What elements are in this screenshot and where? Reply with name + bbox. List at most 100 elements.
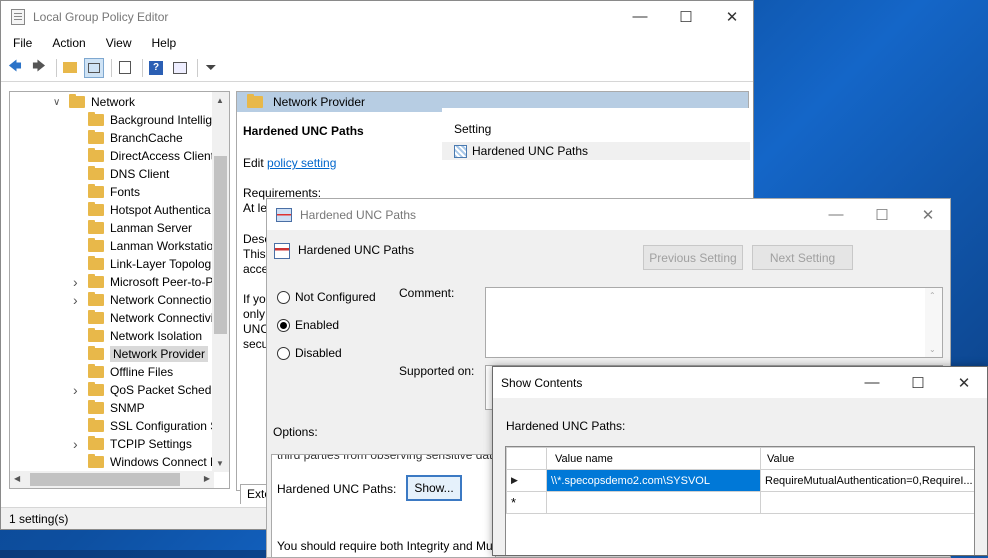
tree-horizontal-scrollbar[interactable]: ◀ ▶ (10, 471, 214, 488)
row-value-cell[interactable]: RequireMutualAuthentication=0,RequireI..… (760, 469, 974, 492)
folder-icon (69, 94, 85, 108)
new-row-marker: * (506, 491, 547, 514)
menu-view[interactable]: View (98, 36, 140, 50)
comment-field[interactable]: ⌃ ⌄ (485, 287, 943, 358)
next-setting-button[interactable]: Next Setting (752, 245, 853, 270)
folder-icon (247, 94, 263, 108)
menu-file[interactable]: File (5, 36, 40, 50)
policy-dialog-titlebar[interactable]: Hardened UNC Paths — ☐ ✕ (267, 199, 950, 230)
row-selector-arrow-icon[interactable]: ▶ (506, 469, 547, 492)
tree-item[interactable]: DNS Client (88, 165, 169, 183)
expanded-chevron-icon[interactable]: ∨ (53, 97, 60, 108)
new-row-name-cell[interactable] (546, 491, 761, 514)
description-fragment: This (243, 247, 266, 261)
new-row-value-cell[interactable] (760, 491, 974, 514)
edit-policy-line: Edit policy setting (243, 156, 336, 170)
row-value-name-cell[interactable]: \\*.specopsdemo2.com\SYSVOL (546, 469, 761, 492)
navigation-tree: ∨ Network Background Intellig BranchCache Di… (9, 91, 230, 489)
tree-item[interactable]: › TCPIP Settings (73, 435, 192, 453)
radio-not-configured[interactable]: Not Configured (277, 290, 376, 304)
col-header-value-name[interactable]: Value name (546, 447, 761, 470)
collapsed-chevron-icon[interactable]: › (73, 436, 78, 452)
close-button[interactable]: ✕ (709, 1, 753, 32)
export-list-icon[interactable] (115, 58, 135, 78)
tree-item[interactable]: SSL Configuration S (88, 417, 218, 435)
table-row-new[interactable]: * (506, 491, 974, 514)
show-contents-minimize-button[interactable]: — (849, 367, 895, 398)
tree-item[interactable]: Network Provider (88, 345, 209, 363)
edit-policy-link[interactable]: policy setting (267, 156, 336, 170)
setting-row-label: Hardened UNC Paths (472, 144, 589, 158)
setting-row[interactable]: Hardened UNC Paths (442, 142, 750, 160)
details-header-title: Network Provider (273, 95, 366, 109)
menu-help[interactable]: Help (144, 36, 185, 50)
show-hide-tree-icon[interactable] (84, 57, 104, 78)
tree-hscroll-thumb[interactable] (30, 473, 180, 486)
tree-item[interactable]: Background Intellig (88, 111, 212, 129)
tree-item-label: BranchCache (110, 131, 183, 145)
show-contents-label: Hardened UNC Paths: (506, 419, 626, 433)
tree-item[interactable]: ∨ Network (53, 93, 136, 111)
tree-item[interactable]: › Network Connectio (73, 291, 211, 309)
collapsed-chevron-icon[interactable]: › (73, 274, 78, 290)
tree-item[interactable]: BranchCache (88, 129, 183, 147)
policy-minimize-button[interactable]: — (813, 199, 859, 230)
show-contents-maximize-button[interactable]: ☐ (895, 367, 941, 398)
filter-icon[interactable]: ⏷ (201, 58, 221, 78)
folder-icon (88, 292, 104, 306)
description-fragment: only (243, 307, 266, 321)
tree-scroll-thumb[interactable] (214, 156, 227, 334)
values-header-row: Value name Value (506, 447, 974, 470)
tree-item[interactable]: Network Isolation (88, 327, 202, 345)
policy-close-button[interactable]: ✕ (905, 199, 950, 230)
radio-disabled[interactable]: Disabled (277, 346, 342, 360)
radio-enabled[interactable]: Enabled (277, 318, 339, 332)
tree-item-label: Microsoft Peer-to-P (110, 275, 214, 289)
setting-column-header[interactable]: Setting (454, 122, 491, 136)
show-contents-close-button[interactable]: ✕ (941, 367, 987, 398)
policy-heading: Hardened UNC Paths (298, 243, 415, 257)
up-folder-icon[interactable] (60, 58, 80, 78)
show-button[interactable]: Show... (406, 475, 462, 501)
properties-icon[interactable] (170, 58, 190, 78)
tree-item-label: Lanman Server (110, 221, 193, 235)
tree-vertical-scrollbar[interactable]: ▲ ▼ (212, 92, 229, 472)
tree-item[interactable]: › QoS Packet Schedul (73, 381, 221, 399)
tree-item[interactable]: Windows Connect N (88, 453, 219, 471)
tree-item[interactable]: Fonts (88, 183, 140, 201)
tree-item-label: Link-Layer Topolog (110, 257, 212, 271)
col-header-value[interactable]: Value (760, 447, 974, 470)
policy-maximize-button[interactable]: ☐ (859, 199, 905, 230)
previous-setting-button[interactable]: Previous Setting (643, 245, 743, 270)
tree-item-label: Network (91, 95, 136, 109)
tree-item-label: Background Intellig (110, 113, 213, 127)
tree-item[interactable]: Lanman Workstatio (88, 237, 213, 255)
toolbar-separator (197, 58, 198, 77)
tree-item[interactable]: Offline Files (88, 363, 173, 381)
tree-item[interactable]: SNMP (88, 399, 145, 417)
values-table: Value name Value ▶ \\*.specopsdemo2.com\… (506, 447, 974, 514)
gpedit-titlebar[interactable]: Local Group Policy Editor — ☐ ✕ (1, 1, 753, 32)
back-arrow-icon[interactable]: 🡄 (5, 58, 25, 78)
comment-scrollbar[interactable]: ⌃ ⌄ (925, 288, 942, 357)
forward-arrow-icon[interactable]: 🡆 (29, 58, 49, 78)
help-icon[interactable]: ? (146, 58, 166, 78)
tree-item[interactable]: › Microsoft Peer-to-P (73, 273, 214, 291)
folder-icon (88, 220, 104, 234)
maximize-button[interactable]: ☐ (663, 1, 709, 32)
tree-item-label: SSL Configuration S (110, 419, 219, 433)
collapsed-chevron-icon[interactable]: › (73, 382, 78, 398)
tree-item[interactable]: Lanman Server (88, 219, 192, 237)
policy-dialog-icon (276, 207, 292, 222)
show-contents-titlebar[interactable]: Show Contents — ☐ ✕ (493, 367, 987, 398)
tree-item[interactable]: Hotspot Authentica (88, 201, 211, 219)
menu-action[interactable]: Action (44, 36, 93, 50)
minimize-button[interactable]: — (617, 1, 663, 32)
collapsed-chevron-icon[interactable]: › (73, 292, 78, 308)
tree-item-label: SNMP (110, 401, 145, 415)
tree-item[interactable]: Network Connectivi (88, 309, 213, 327)
tree-item[interactable]: DirectAccess Client (88, 147, 214, 165)
tree-item[interactable]: Link-Layer Topolog (88, 255, 211, 273)
show-contents-title: Show Contents (501, 375, 583, 390)
table-row[interactable]: ▶ \\*.specopsdemo2.com\SYSVOL RequireMut… (506, 469, 974, 492)
